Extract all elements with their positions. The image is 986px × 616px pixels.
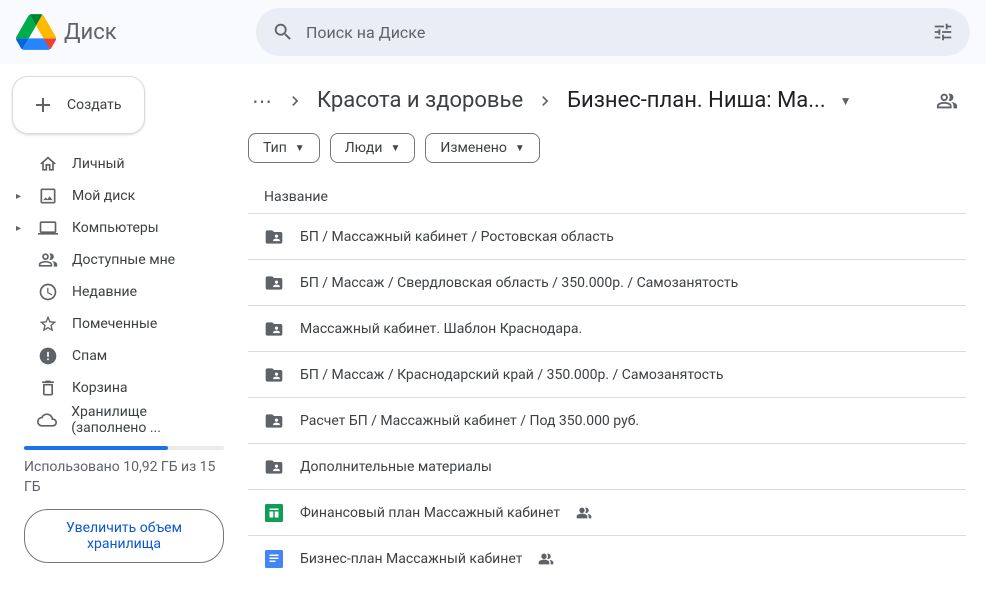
file-row[interactable]: БП / Массаж / Свердловская область / 350… — [248, 259, 966, 305]
file-row[interactable]: Финансовый план Массажный кабинет — [248, 489, 966, 535]
docs-icon — [264, 550, 284, 568]
file-row[interactable]: Массажный кабинет. Шаблон Краснодара. — [248, 305, 966, 351]
file-name: Финансовый план Массажный кабинет — [300, 505, 560, 521]
sidebar-item-shared[interactable]: Доступные мне — [12, 244, 236, 276]
filter-Изменено[interactable]: Изменено ▼ — [425, 133, 539, 163]
file-name: Массажный кабинет. Шаблон Краснодара. — [300, 321, 582, 337]
chevron-down-icon: ▼ — [515, 143, 525, 154]
spam-icon — [38, 346, 58, 366]
storage-fill — [24, 446, 168, 450]
sidebar-item-label: Личный — [72, 156, 125, 172]
search-bar[interactable] — [256, 8, 970, 56]
sidebar: Создать Личный ▸ Мой диск ▸ Компьютеры Досту… — [0, 64, 248, 616]
breadcrumb-parent[interactable]: Красота и здоровье — [313, 86, 527, 115]
sidebar-item-label: Помеченные — [72, 316, 157, 332]
filter-row: Тип ▼ Люди ▼ Изменено ▼ — [248, 133, 966, 181]
nav-primary: Личный ▸ Мой диск ▸ Компьютеры — [12, 148, 236, 244]
cloud-icon — [37, 410, 57, 430]
sidebar-item-computer[interactable]: ▸ Компьютеры — [12, 212, 236, 244]
file-name: Дополнительные материалы — [300, 459, 492, 475]
nav-tertiary: Спам Корзина Хранилище (заполнено ... — [12, 340, 236, 436]
file-row[interactable]: Дополнительные материалы — [248, 443, 966, 489]
manage-access-icon[interactable] — [936, 90, 958, 112]
sidebar-item-drive[interactable]: ▸ Мой диск — [12, 180, 236, 212]
breadcrumb-more-icon[interactable]: ⋯ — [248, 89, 277, 113]
breadcrumb-dropdown-icon[interactable]: ▼ — [840, 94, 852, 108]
upgrade-storage-button[interactable]: Увеличить объем хранилища — [24, 509, 224, 563]
storage-section: Использовано 10,92 ГБ из 15 ГБ Увеличить… — [12, 436, 236, 563]
create-button[interactable]: Создать — [12, 76, 145, 134]
shared-icon — [538, 551, 554, 567]
folder-shared-icon — [264, 365, 284, 385]
file-row[interactable]: Расчет БП / Массажный кабинет / Под 350.… — [248, 397, 966, 443]
folder-shared-icon — [264, 227, 284, 247]
storage-text: Использовано 10,92 ГБ из 15 ГБ — [24, 458, 224, 497]
expand-icon: ▸ — [16, 191, 24, 202]
expand-icon: ▸ — [16, 223, 24, 234]
file-row[interactable]: БП / Массаж / Краснодарский край / 350.0… — [248, 351, 966, 397]
folder-shared-icon — [264, 457, 284, 477]
file-name: БП / Массаж / Краснодарский край / 350.0… — [300, 367, 723, 383]
file-name: БП / Массаж / Свердловская область / 350… — [300, 275, 738, 291]
sidebar-item-spam[interactable]: Спам — [12, 340, 236, 372]
sidebar-item-label: Хранилище (заполнено ... — [71, 404, 224, 436]
filter-label: Изменено — [440, 140, 506, 156]
chevron-down-icon: ▼ — [390, 143, 400, 154]
sidebar-item-recent[interactable]: Недавние — [12, 276, 236, 308]
sidebar-item-label: Мой диск — [72, 188, 135, 204]
file-name: Расчет БП / Массажный кабинет / Под 350.… — [300, 413, 639, 429]
computer-icon — [38, 218, 58, 238]
sidebar-item-trash[interactable]: Корзина — [12, 372, 236, 404]
filter-Тип[interactable]: Тип ▼ — [248, 133, 320, 163]
file-name: Бизнес-план Массажный кабинет — [300, 551, 522, 567]
main-content: ⋯ Красота и здоровье Бизнес-план. Ниша: … — [248, 64, 986, 616]
sidebar-item-label: Доступные мне — [72, 252, 175, 268]
plus-icon — [31, 93, 55, 117]
filter-label: Люди — [345, 140, 383, 156]
file-row[interactable]: БП / Массажный кабинет / Ростовская обла… — [248, 213, 966, 259]
sidebar-item-star[interactable]: Помеченные — [12, 308, 236, 340]
sheets-icon — [264, 504, 284, 522]
star-icon — [38, 314, 58, 334]
logo-area[interactable]: Диск — [16, 14, 248, 50]
search-options-icon[interactable] — [932, 21, 954, 43]
file-list: БП / Массажный кабинет / Ростовская обла… — [248, 213, 966, 581]
sidebar-item-label: Недавние — [72, 284, 137, 300]
shared-icon — [38, 250, 58, 270]
filter-Люди[interactable]: Люди ▼ — [330, 133, 416, 163]
breadcrumb: ⋯ Красота и здоровье Бизнес-план. Ниша: … — [248, 80, 966, 133]
breadcrumb-current[interactable]: Бизнес-план. Ниша: Ма... — [563, 86, 830, 115]
drive-icon — [38, 186, 58, 206]
recent-icon — [38, 282, 58, 302]
folder-shared-icon — [264, 319, 284, 339]
shared-icon — [576, 505, 592, 521]
sidebar-item-label: Спам — [72, 348, 107, 364]
chevron-down-icon: ▼ — [295, 143, 305, 154]
nav-secondary: Доступные мне Недавние Помеченные — [12, 244, 236, 340]
home-icon — [38, 154, 58, 174]
search-input[interactable] — [306, 23, 920, 42]
create-label: Создать — [67, 97, 122, 113]
brand-text: Диск — [64, 20, 117, 45]
sidebar-item-label: Корзина — [72, 380, 128, 396]
search-icon — [272, 21, 294, 43]
drive-logo-icon — [16, 14, 56, 50]
chevron-right-icon — [535, 91, 555, 111]
filter-label: Тип — [263, 140, 287, 156]
chevron-right-icon — [285, 91, 305, 111]
sidebar-item-home[interactable]: Личный — [12, 148, 236, 180]
file-row[interactable]: Бизнес-план Массажный кабинет — [248, 535, 966, 581]
folder-shared-icon — [264, 273, 284, 293]
storage-bar — [24, 446, 224, 450]
folder-shared-icon — [264, 411, 284, 431]
topbar: Диск — [0, 0, 986, 64]
trash-icon — [38, 378, 58, 398]
file-name: БП / Массажный кабинет / Ростовская обла… — [300, 229, 614, 245]
list-column-header[interactable]: Название — [248, 181, 966, 213]
sidebar-item-cloud[interactable]: Хранилище (заполнено ... — [12, 404, 236, 436]
sidebar-item-label: Компьютеры — [72, 220, 159, 236]
